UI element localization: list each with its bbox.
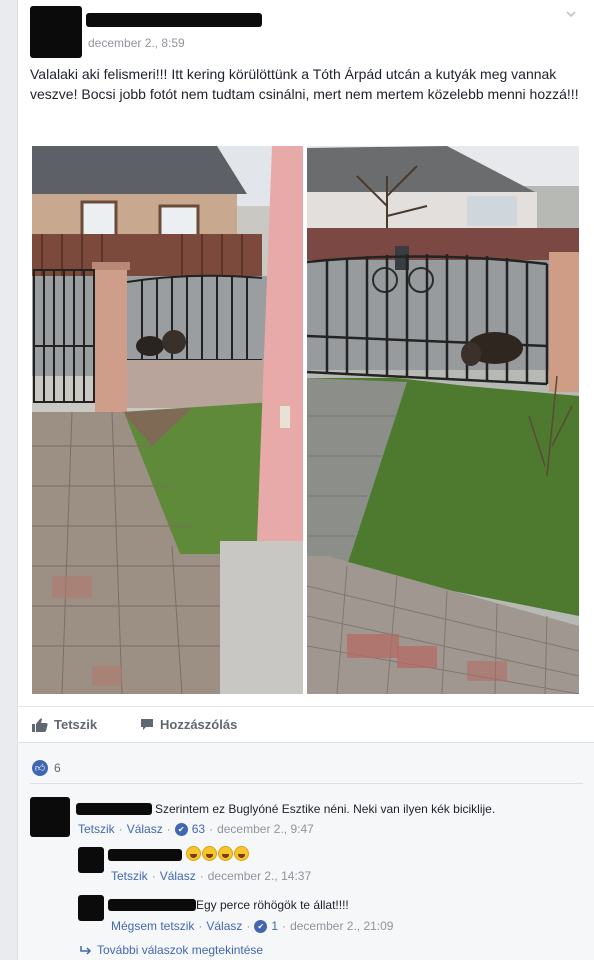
avatar[interactable] <box>30 6 82 58</box>
author-name[interactable] <box>86 13 262 27</box>
reaction-summary[interactable]: 👍︎ 6 <box>32 760 61 776</box>
reply-unlike-link[interactable]: Mégsem tetszik <box>111 919 194 933</box>
reply-reply-link[interactable]: Válasz <box>160 869 196 883</box>
like-reaction-icon: ✔ <box>174 822 188 836</box>
comment-text: Szerintem ez Buglyóné Esztike néni. Neki… <box>155 802 496 816</box>
comment-icon <box>141 719 153 730</box>
separator: · <box>151 869 156 883</box>
reply-author[interactable] <box>108 849 182 861</box>
post-text: Valalaki aki felismeri!!! Itt kering kör… <box>30 66 579 102</box>
separator: · <box>166 822 171 836</box>
laughing-emoji-icon <box>202 846 217 862</box>
separator: · <box>209 822 214 836</box>
laughing-emoji-icon <box>186 846 201 862</box>
post-card: december 2., 8:59 Valalaki aki felismeri… <box>17 0 594 960</box>
reply-meta: Mégsem tetszik · Válasz · ✔ 1 · december… <box>111 919 393 933</box>
reply-time[interactable]: december 2., 21:09 <box>290 919 393 933</box>
divider <box>30 783 583 784</box>
post-action-bar: Tetszik Hozzászólás <box>18 706 594 742</box>
separator: · <box>198 919 203 933</box>
like-button[interactable]: Tetszik <box>32 717 97 732</box>
laughing-emoji-icon <box>218 846 233 862</box>
post-photo-left[interactable] <box>32 146 303 694</box>
reply-time[interactable]: december 2., 14:37 <box>208 869 311 883</box>
view-more-replies-link[interactable]: További válaszok megtekintése <box>80 943 263 957</box>
laughing-emoji-icon <box>234 846 249 862</box>
post-timestamp[interactable]: december 2., 8:59 <box>88 36 185 50</box>
reply-meta: Tetszik · Válasz · december 2., 14:37 <box>111 869 311 883</box>
comment-meta: Tetszik · Válasz · ✔ 63 · december 2., 9… <box>78 822 314 836</box>
reply-text: Egy perce röhögök te állat!!!! <box>196 898 349 912</box>
separator: · <box>282 919 287 933</box>
chevron-down-icon[interactable] <box>565 8 577 20</box>
reply-avatar[interactable] <box>78 847 104 873</box>
comment-avatar[interactable] <box>30 797 70 837</box>
like-button-label: Tetszik <box>54 717 98 732</box>
reply-emoji <box>186 846 250 862</box>
comment-like-count[interactable]: 63 <box>192 822 205 836</box>
reply-like-link[interactable]: Tetszik <box>111 869 148 883</box>
reply-like-count[interactable]: 1 <box>271 919 278 933</box>
reply-reply-link[interactable]: Válasz <box>206 919 242 933</box>
reaction-count: 6 <box>54 761 61 775</box>
comments-section: 👍︎ 6 Szerintem ez Buglyóné Esztike néni.… <box>18 742 594 960</box>
separator: · <box>199 869 204 883</box>
thumbs-up-icon <box>32 718 48 732</box>
separator: · <box>118 822 123 836</box>
reply-arrow-icon <box>80 946 92 955</box>
post-photo-right[interactable] <box>307 146 579 694</box>
reply-author[interactable] <box>108 899 196 911</box>
separator: · <box>246 919 251 933</box>
comment-author[interactable] <box>76 803 152 815</box>
like-reaction-icon: 👍︎ <box>32 760 48 776</box>
view-more-replies-label: További válaszok megtekintése <box>97 943 264 957</box>
comment-reply-link[interactable]: Válasz <box>127 822 163 836</box>
comment-like-link[interactable]: Tetszik <box>78 822 115 836</box>
comment-button[interactable]: Hozzászólás <box>140 717 237 732</box>
comment-time[interactable]: december 2., 9:47 <box>217 822 314 836</box>
reply-avatar[interactable] <box>78 895 104 921</box>
like-reaction-icon: ✔ <box>254 919 268 933</box>
comment-button-label: Hozzászólás <box>160 717 238 732</box>
